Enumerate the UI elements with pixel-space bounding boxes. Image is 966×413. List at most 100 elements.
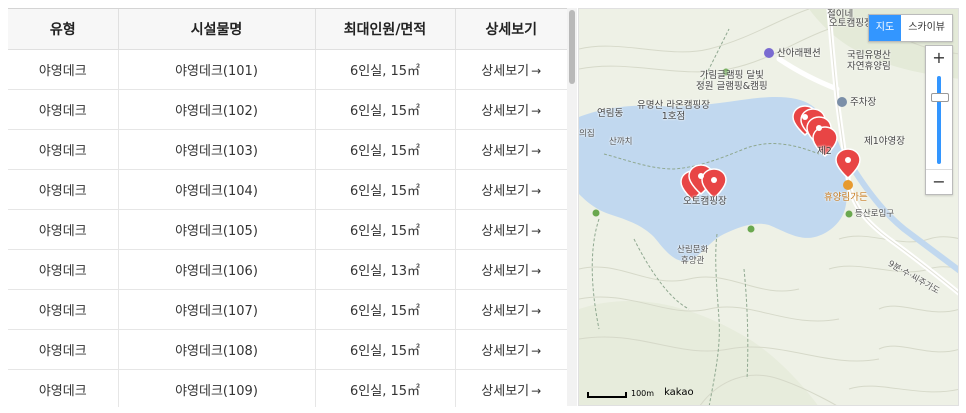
arrow-right-icon: → (531, 224, 542, 238)
table-row: 야영데크 야영데크(106) 6인실, 13㎡ 상세보기 → (8, 249, 567, 290)
table-scrollbar[interactable] (567, 8, 577, 406)
skyview-button[interactable]: 스카이뷰 (901, 15, 952, 41)
cell-facility-name: 야영데크(102) (118, 89, 316, 130)
table-row: 야영데크 야영데크(108) 6인실, 15㎡ 상세보기 → (8, 329, 567, 370)
cell-type: 야영데크 (8, 329, 119, 370)
cell-detail: 상세보기 → (455, 249, 567, 290)
map-scale: 100m kakao (587, 388, 694, 398)
map-label-second-camp: 제2 (817, 146, 832, 157)
cell-detail: 상세보기 → (455, 129, 567, 170)
arrow-right-icon: → (531, 264, 542, 278)
header-detail: 상세보기 (455, 9, 567, 50)
detail-link[interactable]: 상세보기 → (481, 104, 541, 119)
cell-type: 야영데크 (8, 169, 119, 210)
map-label-ejib: 의집 (579, 129, 595, 139)
map-label-trail-entrance: 등산로입구 (855, 209, 895, 219)
cell-facility-name: 야영데크(109) (118, 369, 316, 407)
zoom-out-button[interactable]: − (926, 169, 952, 194)
cell-facility-name: 야영데크(103) (118, 129, 316, 170)
table-header-row: 유형 시설물명 최대인원/면적 상세보기 (8, 9, 567, 50)
cell-detail: 상세보기 → (455, 89, 567, 130)
map-label-first-camp: 제1야영장 (864, 136, 906, 147)
detail-link[interactable]: 상세보기 → (481, 344, 541, 359)
map-label-forest-culture: 산림문화 휴양관 (677, 245, 709, 266)
cell-type: 야영데크 (8, 89, 119, 130)
map-label-yeonrimdong: 연림동 (597, 108, 624, 119)
detail-link[interactable]: 상세보기 → (481, 264, 541, 279)
detail-link-label: 상세보기 (481, 384, 530, 399)
cell-detail: 상세보기 → (455, 369, 567, 407)
cell-detail: 상세보기 → (455, 209, 567, 250)
cell-facility-name: 야영데크(104) (118, 169, 316, 210)
cell-type: 야영데크 (8, 129, 119, 170)
map-canvas (579, 9, 958, 405)
map-label-galim: 가림글램핑 달빛 정원 글램핑&캠핑 (696, 70, 768, 92)
arrow-right-icon: → (531, 344, 542, 358)
scrollbar-thumb[interactable] (569, 10, 575, 84)
detail-link[interactable]: 상세보기 → (481, 304, 541, 319)
detail-link[interactable]: 상세보기 → (481, 64, 541, 79)
cell-type: 야영데크 (8, 249, 119, 290)
detail-link-label: 상세보기 (481, 224, 530, 239)
map-label-national-forest: 국립유명산 자연휴양림 (847, 50, 891, 72)
cell-capacity: 6인실, 15㎡ (315, 49, 456, 90)
zoom-control: + − (925, 45, 953, 195)
header-facility-name: 시설물명 (118, 9, 316, 50)
zoom-slider-track[interactable] (937, 76, 941, 164)
cell-capacity: 6인실, 13㎡ (315, 249, 456, 290)
cell-capacity: 6인실, 15㎡ (315, 169, 456, 210)
cell-capacity: 6인실, 15㎡ (315, 89, 456, 130)
cell-facility-name: 야영데크(105) (118, 209, 316, 250)
header-type: 유형 (8, 9, 119, 50)
table-row: 야영데크 야영데크(109) 6인실, 15㎡ 상세보기 → (8, 369, 567, 407)
arrow-right-icon: → (531, 104, 542, 118)
arrow-right-icon: → (531, 144, 542, 158)
map-label-sanarae: 산아래펜션 (777, 48, 821, 59)
detail-link-label: 상세보기 (481, 304, 530, 319)
zoom-in-button[interactable]: + (926, 46, 952, 70)
cell-detail: 상세보기 → (455, 169, 567, 210)
cell-type: 야영데크 (8, 49, 119, 90)
scale-text: 100m (631, 389, 655, 398)
detail-link-label: 상세보기 (481, 104, 530, 119)
map-label-auto-camping-top: 오토캠핑장 (829, 18, 873, 29)
detail-link-label: 상세보기 (481, 184, 530, 199)
map-label-hyuyangnim-garden: 휴양림가든 (824, 192, 868, 203)
scale-bar (587, 392, 627, 398)
cell-detail: 상세보기 → (455, 289, 567, 330)
facility-table: 유형 시설물명 최대인원/면적 상세보기 야영데크 야영데크(101) 6인실, 1… (8, 9, 567, 407)
cell-detail: 상세보기 → (455, 329, 567, 370)
map-view-button[interactable]: 지도 (868, 15, 902, 41)
arrow-right-icon: → (531, 64, 542, 78)
map-type-switch: 지도 스카이뷰 (867, 14, 953, 42)
map-view[interactable]: 절이네 오토캠핑장 산아래펜션 국립유명산 자연휴양림 가림글램핑 달빛 정원 … (578, 8, 959, 406)
map-label-auto-camping: 오토캠핑장 (683, 196, 727, 207)
detail-link-label: 상세보기 (481, 344, 530, 359)
kakao-logo: kakao (664, 387, 694, 398)
cell-facility-name: 야영데크(108) (118, 329, 316, 370)
detail-link[interactable]: 상세보기 → (481, 144, 541, 159)
cell-capacity: 6인실, 15㎡ (315, 329, 456, 370)
cell-type: 야영데크 (8, 289, 119, 330)
arrow-right-icon: → (531, 304, 542, 318)
cell-capacity: 6인실, 15㎡ (315, 209, 456, 250)
table-row: 야영데크 야영데크(102) 6인실, 15㎡ 상세보기 → (8, 89, 567, 130)
map-label-sankkachi: 산까치 (609, 137, 633, 147)
facility-table-container: 유형 시설물명 최대인원/면적 상세보기 야영데크 야영데크(101) 6인실, 1… (8, 8, 567, 407)
table-row: 야영데크 야영데크(101) 6인실, 15㎡ 상세보기 → (8, 49, 567, 90)
cell-detail: 상세보기 → (455, 49, 567, 90)
cell-facility-name: 야영데크(101) (118, 49, 316, 90)
detail-link[interactable]: 상세보기 → (481, 224, 541, 239)
detail-link-label: 상세보기 (481, 64, 530, 79)
cell-capacity: 6인실, 15㎡ (315, 289, 456, 330)
detail-link[interactable]: 상세보기 → (481, 184, 541, 199)
zoom-slider-handle[interactable] (931, 93, 949, 102)
arrow-right-icon: → (531, 384, 542, 398)
map-label-yumyeongsan-raon: 유명산 라온캠핑장 1호점 (637, 100, 710, 122)
cell-type: 야영데크 (8, 369, 119, 407)
cell-facility-name: 야영데크(106) (118, 249, 316, 290)
cell-type: 야영데크 (8, 209, 119, 250)
detail-link[interactable]: 상세보기 → (481, 384, 541, 399)
header-capacity-area: 최대인원/면적 (315, 9, 456, 50)
table-row: 야영데크 야영데크(105) 6인실, 15㎡ 상세보기 → (8, 209, 567, 250)
